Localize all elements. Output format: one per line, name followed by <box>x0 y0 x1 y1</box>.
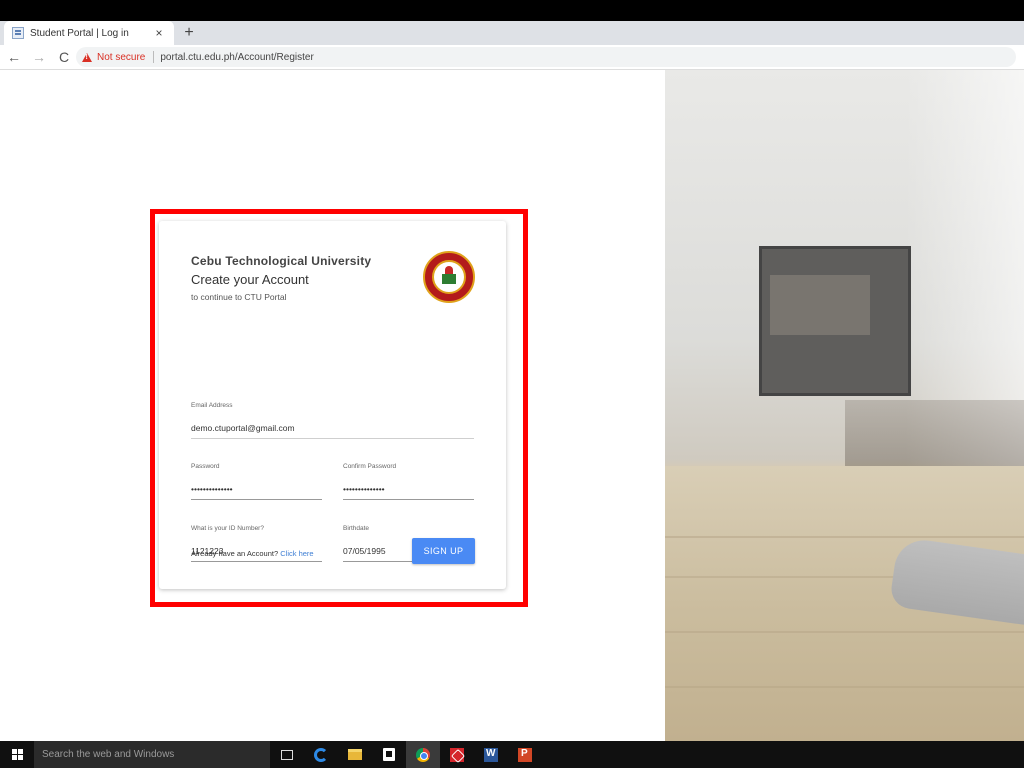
university-name: Cebu Technological University <box>191 254 372 268</box>
back-button[interactable]: ← <box>3 46 25 68</box>
edge-button[interactable] <box>304 741 338 768</box>
forward-button[interactable]: → <box>28 46 50 68</box>
taskbar-search-placeholder: Search the web and Windows <box>42 749 175 760</box>
login-prompt: Already have an Account? Click here <box>191 549 314 558</box>
confirm-password-field: Confirm Password <box>343 463 474 500</box>
tab-strip: Student Portal | Log in × + <box>0 21 1024 45</box>
page-favicon-icon <box>12 27 24 39</box>
powerpoint-icon <box>518 747 532 762</box>
browser-tab[interactable]: Student Portal | Log in × <box>4 21 174 45</box>
security-indicator[interactable]: Not secure <box>97 52 145 63</box>
acrobat-icon <box>450 747 464 762</box>
id-number-underline <box>191 561 322 562</box>
page-title: Create your Account <box>191 272 309 287</box>
university-seal-logo <box>423 251 475 303</box>
password-input[interactable] <box>191 484 322 494</box>
taskbar-search-box[interactable]: Search the web and Windows <box>34 741 270 768</box>
word-icon <box>484 747 498 762</box>
chrome-button[interactable] <box>406 741 440 768</box>
password-label: Password <box>191 463 220 470</box>
login-prompt-text: Already have an Account? <box>191 549 279 558</box>
task-view-icon <box>281 749 293 760</box>
address-bar[interactable]: Not secure portal.ctu.edu.ph/Account/Reg… <box>76 47 1016 67</box>
confirm-password-input[interactable] <box>343 484 474 494</box>
email-field: Email Address <box>191 402 474 439</box>
password-field: Password <box>191 463 322 500</box>
page-subtitle: to continue to CTU Portal <box>191 292 287 302</box>
email-underline <box>191 438 474 439</box>
new-tab-button[interactable]: + <box>180 23 198 43</box>
word-button[interactable] <box>474 741 508 768</box>
page-content: Cebu Technological University Create you… <box>0 70 1024 741</box>
email-label: Email Address <box>191 402 233 409</box>
file-explorer-button[interactable] <box>338 741 372 768</box>
id-number-label: What is your ID Number? <box>191 525 264 532</box>
start-button[interactable] <box>0 741 34 768</box>
login-link[interactable]: Click here <box>280 549 313 558</box>
acrobat-button[interactable] <box>440 741 474 768</box>
folder-icon <box>348 749 362 760</box>
left-pane: Cebu Technological University Create you… <box>0 70 665 741</box>
edge-icon <box>314 747 328 762</box>
tab-title: Student Portal | Log in <box>30 27 129 39</box>
browser-toolbar: ← → C Not secure portal.ctu.edu.ph/Accou… <box>0 45 1024 70</box>
warning-icon[interactable] <box>82 52 92 62</box>
email-input[interactable] <box>191 423 474 433</box>
task-view-button[interactable] <box>270 741 304 768</box>
windows-taskbar: Search the web and Windows <box>0 741 1024 768</box>
confirm-password-underline <box>343 499 474 500</box>
confirm-password-label: Confirm Password <box>343 463 397 470</box>
sign-up-button[interactable]: SIGN UP <box>412 538 475 564</box>
register-card: Cebu Technological University Create you… <box>159 221 506 589</box>
store-icon <box>383 748 395 761</box>
background-photo <box>665 70 1024 741</box>
chrome-icon <box>416 747 430 762</box>
birthdate-label: Birthdate <box>343 525 370 532</box>
url-text[interactable]: portal.ctu.edu.ph/Account/Register <box>160 52 313 63</box>
tv-screen-image <box>759 246 911 396</box>
tab-close-icon[interactable]: × <box>152 26 166 40</box>
windows-logo-icon <box>11 749 23 760</box>
password-underline <box>191 499 322 500</box>
address-separator <box>153 51 155 63</box>
reload-button[interactable]: C <box>53 46 75 68</box>
store-button[interactable] <box>372 741 406 768</box>
top-black-bar <box>0 0 1024 21</box>
powerpoint-button[interactable] <box>508 741 542 768</box>
